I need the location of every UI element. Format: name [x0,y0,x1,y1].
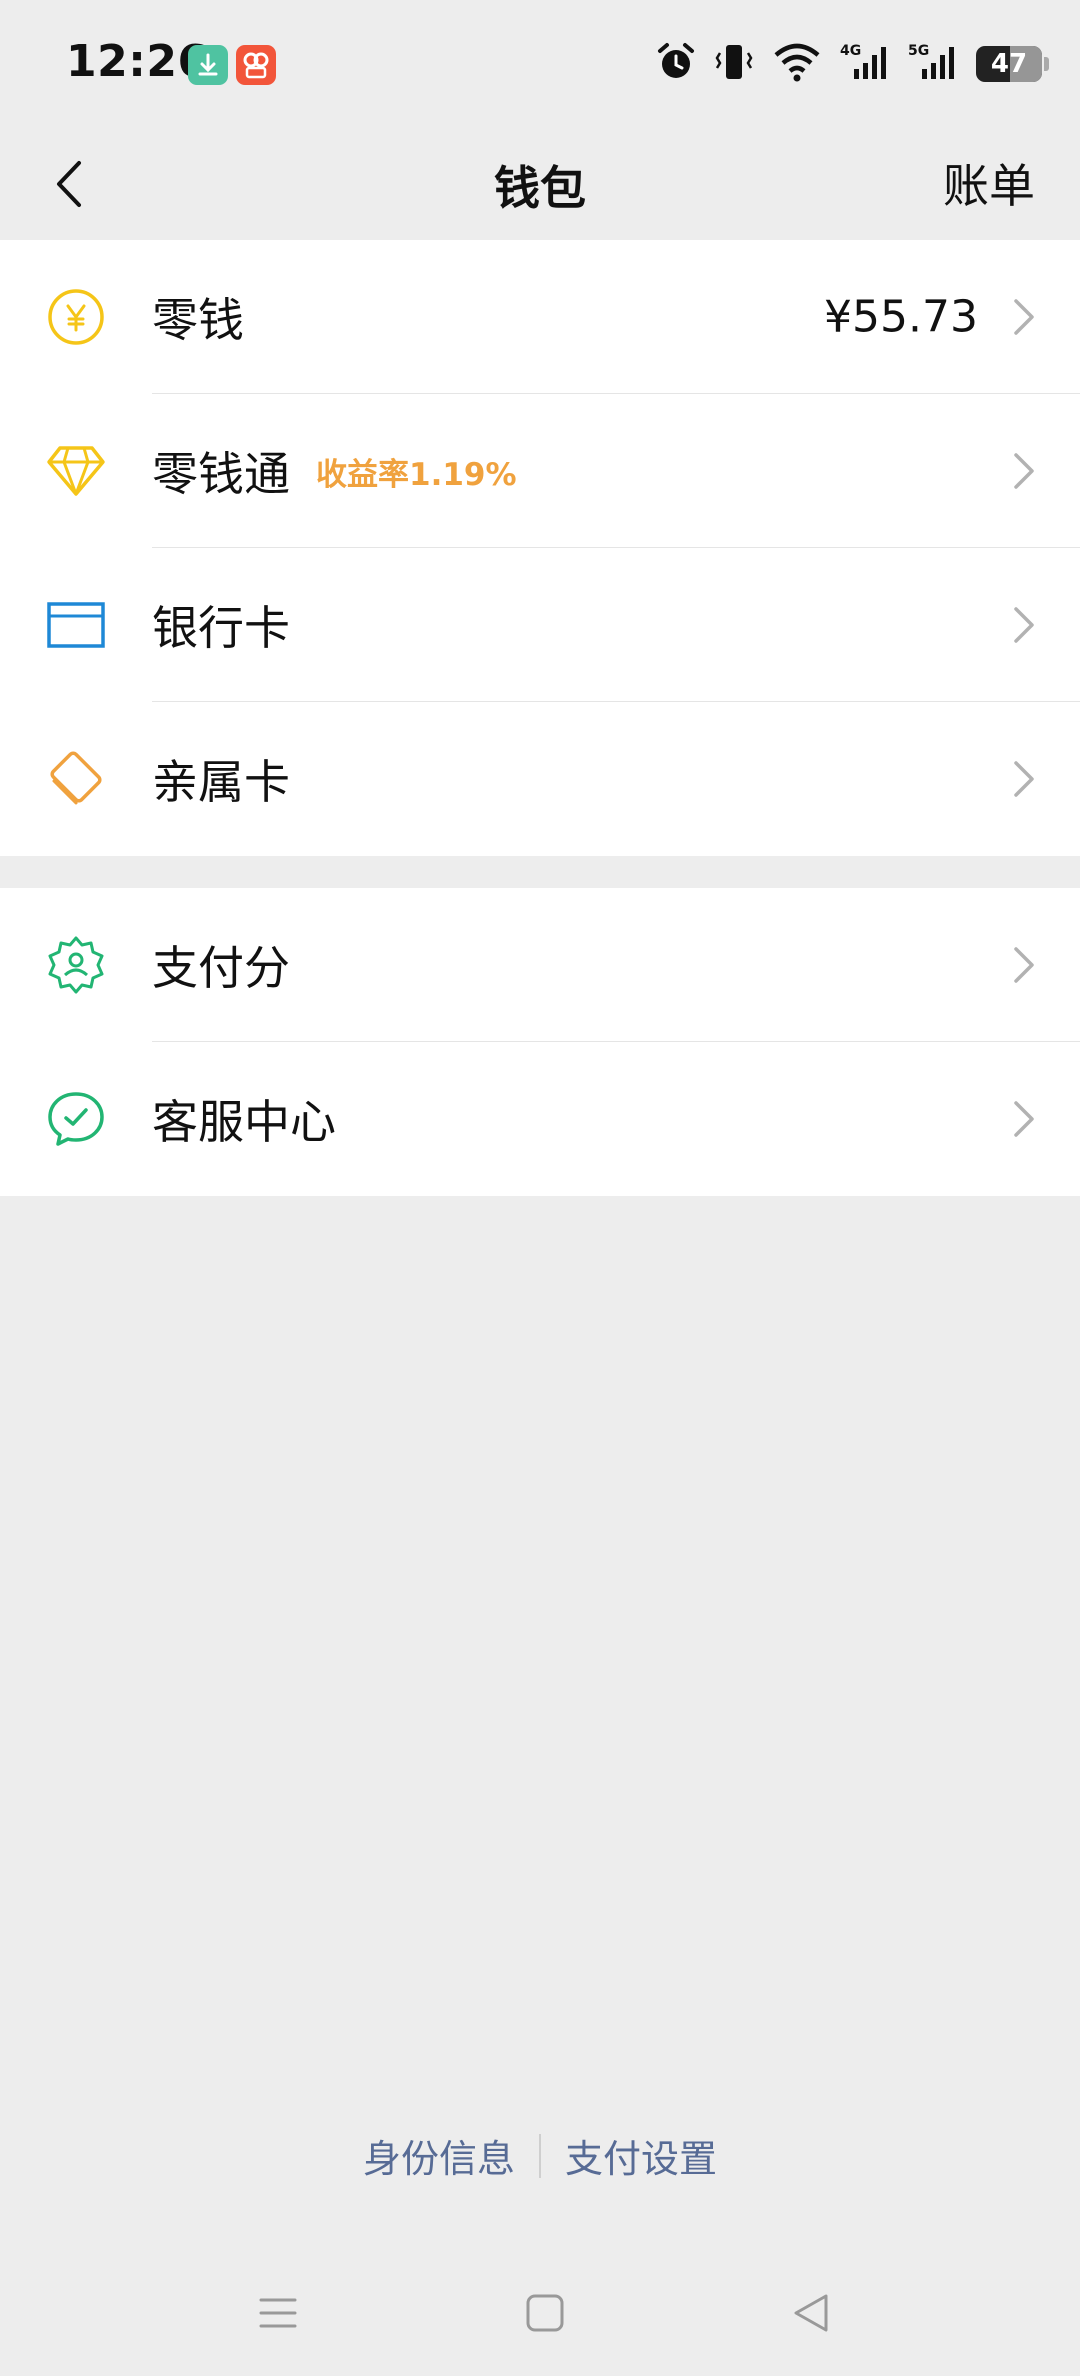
row-pay-score-label: 支付分 [152,941,290,995]
download-icon [188,45,228,85]
chevron-right-icon [1014,947,1034,983]
chevron-right-icon [1014,607,1034,643]
status-bar: 12:26 4G 5G 47 [0,0,1080,128]
yield-rate-badge: 收益率1.19% [316,456,517,493]
row-change-plus-label: 零钱通 [152,447,290,501]
status-indicators: 4G 5G 47 [656,38,1049,90]
svg-text:5G: 5G [908,43,929,59]
chevron-right-icon [1014,761,1034,797]
alarm-icon [656,41,696,87]
row-customer-service[interactable]: 客服中心 [0,1042,1080,1196]
row-change-plus-label-wrap: 零钱通 收益率1.19% [152,438,517,504]
chevron-right-icon [1014,1101,1034,1137]
chevron-right-icon [1014,299,1034,335]
system-nav-bar [0,2250,1080,2376]
system-back-button[interactable] [786,2288,836,2338]
vibrate-icon [714,41,754,87]
page-title: 钱包 [494,161,586,215]
bill-button[interactable]: 账单 [943,150,1035,216]
row-pay-score[interactable]: 支付分 [0,888,1080,1042]
row-change-label: 零钱 [152,293,244,347]
row-family-card-label: 亲属卡 [152,755,290,809]
svg-text:4G: 4G [840,43,861,59]
row-bank-card[interactable]: 银行卡 [0,548,1080,702]
wallet-group-services: 支付分 客服中心 [0,888,1080,1196]
identity-info-link[interactable]: 身份信息 [363,2128,515,2183]
change-balance: ¥55.73 [824,291,978,343]
video-app-icon [236,45,276,85]
family-card-icon [44,747,108,811]
recent-apps-button[interactable] [253,2288,303,2338]
wallet-group-primary: 零钱 ¥55.73 零钱通 收益率1.19% 银行卡 亲属卡 [0,240,1080,856]
row-change-plus[interactable]: 零钱通 收益率1.19% [0,394,1080,548]
footer-links: 身份信息 支付设置 [0,2128,1080,2183]
nav-bar: 钱包 账单 [0,128,1080,240]
footer-separator [539,2133,541,2178]
yuan-coin-icon [44,285,108,349]
signal-4g-icon: 4G [840,41,890,87]
wifi-icon [772,41,822,87]
row-customer-service-label: 客服中心 [152,1095,336,1149]
home-button[interactable] [520,2288,570,2338]
pay-score-badge-icon [44,933,108,997]
row-change[interactable]: 零钱 ¥55.73 [0,240,1080,394]
customer-service-icon [44,1087,108,1151]
row-bank-card-label: 银行卡 [152,601,290,655]
row-family-card[interactable]: 亲属卡 [0,702,1080,856]
payment-settings-link[interactable]: 支付设置 [565,2128,717,2183]
bank-card-icon [44,593,108,657]
chevron-right-icon [1014,453,1034,489]
diamond-icon [44,439,108,503]
signal-5g-icon: 5G [908,41,958,87]
battery-icon: 47 [976,46,1049,82]
battery-level: 47 [990,49,1028,79]
